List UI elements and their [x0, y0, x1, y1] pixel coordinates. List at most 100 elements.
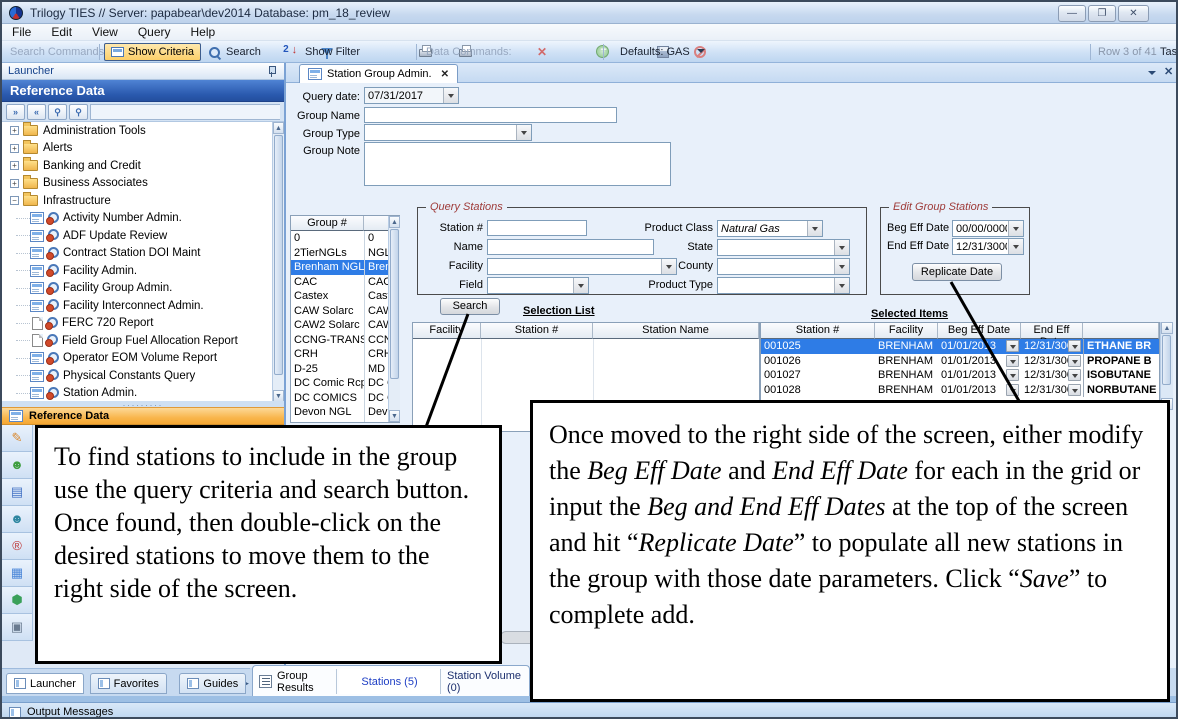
date-dropdown-icon[interactable]	[1068, 384, 1081, 396]
combo-caret-icon[interactable]	[834, 259, 849, 274]
tree-item[interactable]: ADF Update Review	[2, 227, 284, 245]
tree-item[interactable]: FERC 720 Report	[2, 315, 284, 333]
expand-all-icon[interactable]: «	[27, 104, 46, 120]
panel-button-user[interactable]: ☻	[2, 452, 33, 479]
tree-search-icon[interactable]: ⚲	[48, 104, 67, 120]
delete-record-icon[interactable]: ✕	[537, 45, 547, 59]
menu-view[interactable]: View	[82, 23, 128, 41]
menu-edit[interactable]: Edit	[41, 23, 82, 41]
tab-group-results[interactable]: Group Results	[255, 669, 337, 694]
tab-station-group-admin[interactable]: Station Group Admin. ✕	[299, 64, 458, 83]
selected-col-beg-eff-date[interactable]: Beg Eff Date	[938, 323, 1021, 339]
selected-col-facility[interactable]: Facility	[875, 323, 938, 339]
defaults-selector[interactable]: Defaults: GAS	[620, 46, 690, 58]
qs-state-select[interactable]	[717, 239, 850, 256]
group-row[interactable]: 0	[291, 231, 364, 246]
panel-button-report[interactable]: ▤	[2, 479, 33, 506]
group-row[interactable]: CCNG-TRANSI	[291, 333, 364, 348]
group-name-input[interactable]	[364, 107, 617, 123]
selected-items-cell[interactable]: 001025	[761, 339, 875, 354]
date-dropdown-icon[interactable]	[1006, 369, 1019, 381]
selected-items-cell[interactable]: 01/01/2013	[938, 339, 1021, 354]
close-button[interactable]: ✕	[1118, 5, 1149, 22]
selected-items-cell[interactable]: ETHANE BR	[1083, 339, 1159, 354]
tab-station-volume-0-[interactable]: Station Volume (0)	[443, 669, 528, 694]
qs-county-select[interactable]	[717, 258, 850, 275]
collapse-icon[interactable]: −	[10, 196, 19, 205]
tree-item[interactable]: Facility Group Admin.	[2, 280, 284, 298]
query-date-caret-icon[interactable]	[443, 88, 458, 103]
collapse-all-icon[interactable]: »	[6, 104, 25, 120]
group-row[interactable]: 2TierNGLs	[291, 246, 364, 261]
group-grid-scrollbar[interactable]: ▲ ▼	[388, 216, 400, 422]
dock-tab-guides[interactable]: Guides	[179, 673, 246, 694]
qs-product-class-select[interactable]: Natural Gas	[717, 220, 823, 237]
tree-item[interactable]: Facility Admin.	[2, 262, 284, 280]
show-filter-command[interactable]: Show Filter	[305, 46, 360, 58]
selection-col-station-[interactable]: Station #	[481, 323, 593, 339]
expand-icon[interactable]: +	[10, 179, 19, 188]
selected-items-cell[interactable]: ISOBUTANE	[1083, 368, 1159, 383]
qs-product-type-select[interactable]	[717, 277, 850, 294]
tasks-button[interactable]: Tasks	[1160, 46, 1178, 58]
minimize-button[interactable]: —	[1058, 5, 1086, 22]
search-command[interactable]: Search	[226, 46, 261, 58]
tree-search-options-icon[interactable]: ⚲	[69, 104, 88, 120]
selected-items-cell[interactable]: 001027	[761, 368, 875, 383]
tab-close-icon[interactable]: ✕	[441, 69, 449, 80]
selected-col-name[interactable]	[1083, 323, 1159, 339]
tree-item[interactable]: Facility Interconnect Admin.	[2, 297, 284, 315]
document-close-icon[interactable]: ✕	[1164, 65, 1173, 78]
group-row[interactable]: CAW Solarc	[291, 304, 364, 319]
tree-item[interactable]: +Business Associates	[2, 175, 284, 193]
query-date-picker[interactable]: 07/31/2017	[364, 87, 459, 104]
selection-col-station-name[interactable]: Station Name	[593, 323, 759, 339]
date-dropdown-icon[interactable]	[1068, 369, 1081, 381]
date-dropdown-icon[interactable]	[1068, 340, 1081, 352]
group-row[interactable]: CAC	[291, 275, 364, 290]
expand-icon[interactable]: +	[10, 161, 19, 170]
date-dropdown-icon[interactable]	[1006, 384, 1019, 396]
group-row[interactable]: D-25	[291, 362, 364, 377]
sort-icon[interactable]	[283, 46, 296, 59]
panel-button-id-badge[interactable]: ®	[2, 533, 33, 560]
selected-items-cell[interactable]: 001028	[761, 383, 875, 398]
tree-item[interactable]: +Alerts	[2, 140, 284, 158]
selected-items-cell[interactable]: 01/01/2013	[938, 368, 1021, 383]
egs-end-eff-date-picker[interactable]: 12/31/3000	[952, 238, 1024, 255]
selected-items-cell[interactable]: BRENHAM	[875, 368, 938, 383]
date-dropdown-icon[interactable]	[1006, 355, 1019, 367]
replicate-date-button[interactable]: Replicate Date	[912, 263, 1002, 281]
expand-icon[interactable]: +	[10, 144, 19, 153]
combo-caret-icon[interactable]	[807, 221, 822, 236]
selected-items-cell[interactable]: PROPANE B	[1083, 354, 1159, 369]
selected-col-station-[interactable]: Station #	[761, 323, 875, 339]
search-icon[interactable]	[209, 47, 221, 59]
tree-item[interactable]: Operator EOM Volume Report	[2, 350, 284, 368]
selected-items-cell[interactable]: 12/31/3000	[1021, 339, 1083, 354]
group-row[interactable]: Brenham NGL	[291, 260, 364, 275]
combo-caret-icon[interactable]	[834, 240, 849, 255]
selected-items-cell[interactable]: 01/01/2013	[938, 354, 1021, 369]
group-type-select[interactable]	[364, 124, 532, 141]
selected-items-cell[interactable]: 12/31/3000	[1021, 354, 1083, 369]
tree-filter-input[interactable]	[90, 104, 280, 120]
group-type-caret-icon[interactable]	[516, 125, 531, 140]
selected-items-cell[interactable]: 001026	[761, 354, 875, 369]
menu-file[interactable]: File	[2, 23, 41, 41]
expand-icon[interactable]: +	[10, 126, 19, 135]
date-dropdown-icon[interactable]	[1068, 355, 1081, 367]
panel-button-database[interactable]: ⬢	[2, 587, 33, 614]
combo-caret-icon[interactable]	[1008, 239, 1023, 254]
selected-items-cell[interactable]: 12/31/3000	[1021, 368, 1083, 383]
group-row[interactable]: DC COMICS	[291, 391, 364, 406]
tree-item[interactable]: −Infrastructure	[2, 192, 284, 210]
pin-icon[interactable]	[267, 66, 276, 77]
combo-caret-icon[interactable]	[1008, 221, 1023, 236]
dock-tab-launcher[interactable]: Launcher	[6, 673, 84, 694]
tree-item[interactable]: Contract Station DOI Maint	[2, 245, 284, 263]
sidebar-item-reference-data[interactable]: Reference Data	[2, 407, 284, 425]
selected-items-cell[interactable]: BRENHAM	[875, 339, 938, 354]
tree-item[interactable]: Activity Number Admin.	[2, 210, 284, 228]
selected-items-cell[interactable]: BRENHAM	[875, 354, 938, 369]
